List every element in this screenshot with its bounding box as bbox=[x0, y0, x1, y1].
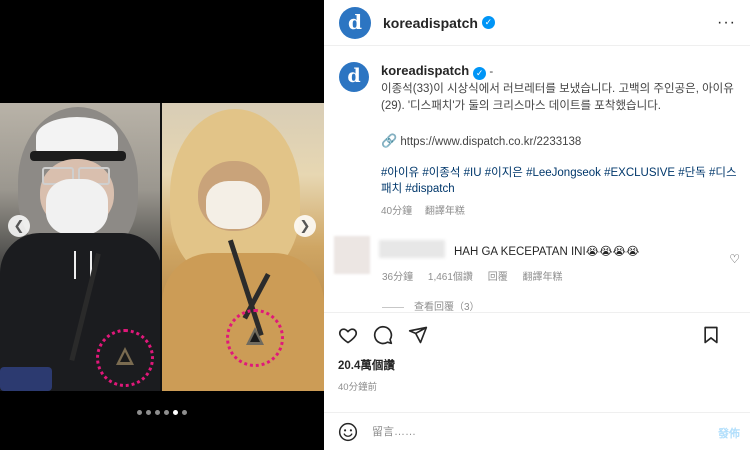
heart-icon[interactable] bbox=[338, 325, 358, 345]
carousel-dot bbox=[182, 410, 187, 415]
post-header: d koreadispatch ✓ ··· bbox=[324, 0, 750, 46]
carousel-dots bbox=[0, 410, 324, 415]
chevron-left-icon: ❮ bbox=[13, 218, 25, 233]
comment-likes[interactable]: 1,461個讚 bbox=[428, 272, 473, 283]
posted-ago: 40分鐘前 bbox=[338, 382, 378, 393]
username-link[interactable]: koreadispatch bbox=[383, 15, 478, 31]
reply-button[interactable]: 回覆 bbox=[488, 272, 508, 283]
mask-shape bbox=[46, 179, 108, 235]
caption-body: koreadispatch ✓ - 이종석(33)이 시상식에서 러브레터를 보냈… bbox=[381, 62, 739, 220]
carousel-dot bbox=[173, 410, 178, 415]
emoji-icon[interactable] bbox=[338, 422, 358, 442]
post-panel: d koreadispatch ✓ ··· d koreadispatch ✓ -… bbox=[324, 0, 750, 450]
caption-separator: - bbox=[486, 66, 494, 78]
bookmark-icon[interactable] bbox=[701, 325, 721, 345]
view-replies-button[interactable]: 查看回覆（3） bbox=[382, 298, 480, 313]
comment-input[interactable] bbox=[372, 425, 672, 438]
comment-username-blurred[interactable] bbox=[379, 240, 445, 258]
link-icon: 🔗 bbox=[381, 133, 398, 148]
caption-time: 40分鐘 bbox=[381, 206, 413, 217]
carousel-prev-button[interactable]: ❮ bbox=[8, 215, 30, 237]
more-options-icon[interactable]: ··· bbox=[717, 14, 736, 32]
avatar[interactable]: d bbox=[339, 62, 369, 92]
comment-time: 36分鐘 bbox=[382, 272, 414, 283]
comment-meta: 36分鐘 1,461個讚 回覆 翻譯年糕 bbox=[382, 268, 575, 283]
caption-hashtags[interactable]: #아이유 #이종석 #IU #이지은 #LeeJongseok #EXCLUSI… bbox=[381, 165, 739, 197]
comment-composer: 發佈 bbox=[324, 412, 750, 450]
heart-outline-icon[interactable]: ♡ bbox=[729, 252, 740, 266]
carousel-next-button[interactable]: ❯ bbox=[294, 215, 316, 237]
likes-count[interactable]: 20.4萬個讚 bbox=[338, 357, 736, 373]
comment-icon[interactable] bbox=[373, 325, 393, 345]
carousel-dot bbox=[155, 410, 160, 415]
caption: d koreadispatch ✓ - 이종석(33)이 시상식에서 러브레터를 … bbox=[339, 62, 739, 220]
send-icon[interactable] bbox=[408, 325, 428, 345]
comment-text: HAH GA KECEPATAN INI😭😭😭😭 bbox=[454, 246, 640, 258]
mask-shape bbox=[206, 181, 262, 229]
photo-right bbox=[162, 103, 324, 391]
caption-meta: 40分鐘 翻譯年糕 bbox=[381, 203, 739, 220]
verified-badge-icon: ✓ bbox=[481, 16, 495, 29]
caption-link-line: 🔗 https://www.dispatch.co.kr/2233138 bbox=[381, 132, 739, 151]
chevron-right-icon: ❯ bbox=[299, 218, 311, 233]
carousel-dot bbox=[137, 410, 142, 415]
caption-username[interactable]: koreadispatch bbox=[381, 63, 469, 78]
translate-button[interactable]: 翻譯年糕 bbox=[425, 206, 465, 217]
caption-text: 이종석(33)이 시상식에서 러브레터를 보냈습니다. 고백의 주인공은, 아이… bbox=[381, 83, 734, 112]
avatar[interactable] bbox=[334, 236, 370, 274]
carousel-dot bbox=[164, 410, 169, 415]
photo-left bbox=[0, 103, 162, 391]
post-button[interactable]: 發佈 bbox=[718, 425, 740, 441]
pendant-shape bbox=[116, 347, 134, 365]
avatar[interactable]: d bbox=[339, 6, 371, 39]
verified-badge-icon: ✓ bbox=[473, 67, 487, 80]
caption-link[interactable]: https://www.dispatch.co.kr/2233138 bbox=[400, 136, 581, 148]
carousel-dot bbox=[146, 410, 151, 415]
translate-button[interactable]: 翻譯年糕 bbox=[523, 272, 563, 283]
post-media: ❮ ❯ bbox=[0, 0, 324, 450]
pendant-shape bbox=[246, 327, 264, 345]
